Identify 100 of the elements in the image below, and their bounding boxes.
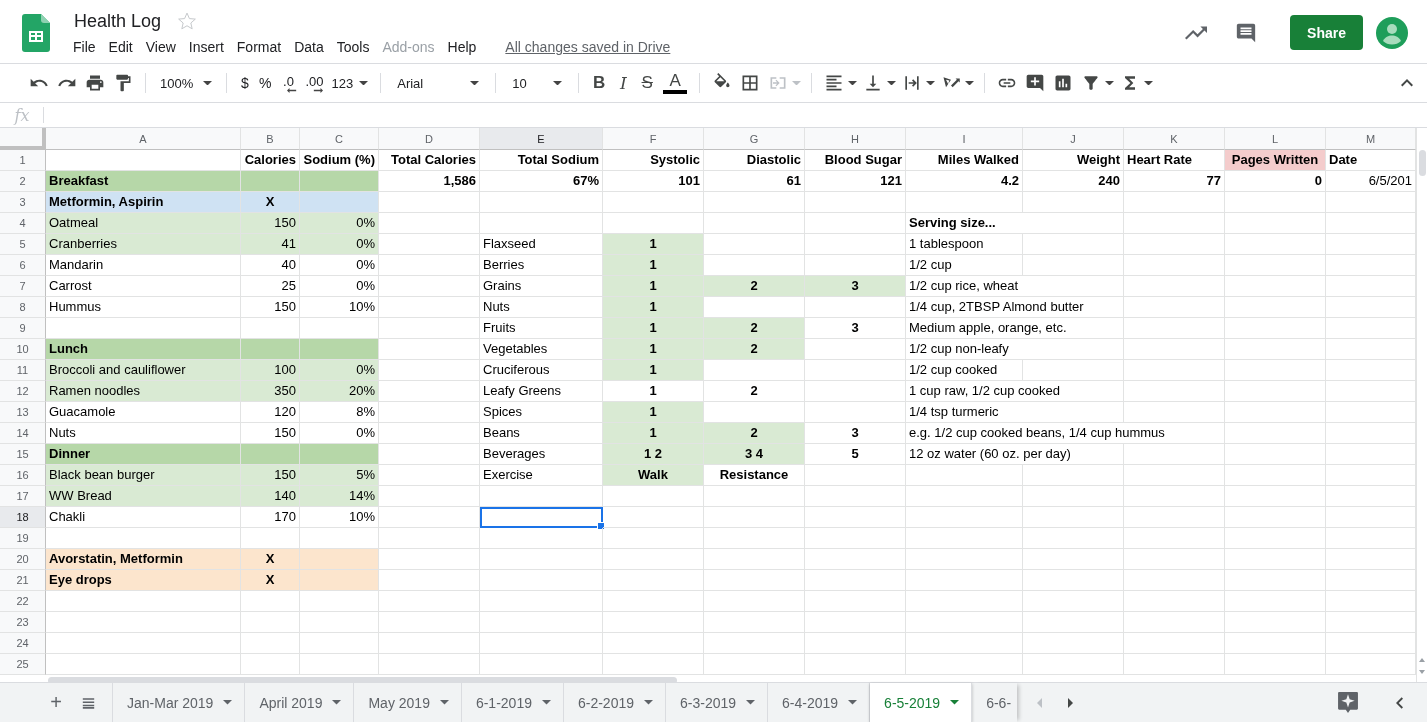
sheet-tab[interactable]: 6-1-2019 xyxy=(461,683,564,722)
row-header[interactable]: 12 xyxy=(0,381,46,402)
side-panel-chevron-icon[interactable] xyxy=(1396,696,1403,709)
menu-item[interactable]: File xyxy=(72,39,103,55)
strikethrough-button[interactable]: S xyxy=(635,70,660,96)
table-cell: Oatmeal xyxy=(46,213,241,234)
table-cell: 120 xyxy=(241,402,300,423)
row-header[interactable]: 13 xyxy=(0,402,46,423)
menu-item[interactable]: Data xyxy=(293,39,331,55)
column-header[interactable]: I xyxy=(906,128,1023,150)
text-color-button[interactable]: A xyxy=(663,72,688,94)
row-header[interactable]: 24 xyxy=(0,633,46,654)
table-cell: 1/2 cup xyxy=(906,255,1023,276)
spreadsheet-logo[interactable] xyxy=(22,14,50,52)
sheet-tab[interactable]: 6-2-2019 xyxy=(563,683,666,722)
scroll-up-icon[interactable] xyxy=(1419,658,1425,662)
menu-item[interactable]: Insert xyxy=(187,39,231,55)
menu-item[interactable]: Edit xyxy=(107,39,140,55)
row-header[interactable]: 23 xyxy=(0,612,46,633)
column-header[interactable]: A xyxy=(46,128,241,150)
decrease-decimals-button[interactable]: .0 xyxy=(275,70,302,96)
table-cell xyxy=(241,591,300,612)
column-header[interactable]: C xyxy=(300,128,379,150)
sheet-tab[interactable]: April 2019 xyxy=(245,683,355,722)
save-status-link[interactable]: All changes saved in Drive xyxy=(505,39,671,55)
sheet-tab[interactable]: May 2019 xyxy=(354,683,462,722)
scroll-down-icon[interactable] xyxy=(1419,670,1425,674)
row-header[interactable]: 21 xyxy=(0,570,46,591)
increase-decimals-button[interactable]: .00 xyxy=(301,70,328,96)
row-header[interactable]: 25 xyxy=(0,654,46,675)
sheet-list-icon[interactable] xyxy=(82,696,95,709)
row-header[interactable]: 18 xyxy=(0,507,46,528)
row-header[interactable]: 10 xyxy=(0,339,46,360)
row-header[interactable]: 9 xyxy=(0,318,46,339)
table-cell: WW Bread xyxy=(46,486,241,507)
menu-item[interactable]: Help xyxy=(446,39,484,55)
table-cell: 101 xyxy=(603,171,704,192)
table-cell: 1 tablespoon xyxy=(906,234,1023,255)
horizontal-scrollbar-thumb[interactable] xyxy=(48,677,677,682)
column-header[interactable]: B xyxy=(241,128,300,150)
row-header[interactable]: 1 xyxy=(0,150,46,171)
sheet-tab[interactable]: 6-5-2019 xyxy=(870,683,973,722)
table-cell: 1/4 tsp turmeric xyxy=(906,402,1124,423)
currency-button[interactable]: $ xyxy=(235,70,255,96)
row-header[interactable]: 19 xyxy=(0,528,46,549)
row-header[interactable]: 22 xyxy=(0,591,46,612)
font-size-dropdown[interactable]: 10 xyxy=(508,70,567,96)
row-header[interactable]: 7 xyxy=(0,276,46,297)
row-header[interactable]: 17 xyxy=(0,486,46,507)
column-header[interactable]: J xyxy=(1023,128,1124,150)
table-cell: 1 xyxy=(603,339,704,360)
menu-item[interactable]: View xyxy=(144,39,183,55)
more-formats-dropdown[interactable]: 123 xyxy=(327,70,373,96)
row-header[interactable]: 14 xyxy=(0,423,46,444)
scroll-right-icon[interactable] xyxy=(1068,697,1074,708)
sheet-tab[interactable]: 6-6- xyxy=(972,683,1018,722)
column-header[interactable]: G xyxy=(704,128,805,150)
collapse-chevron-icon[interactable] xyxy=(1401,79,1413,87)
sheet-tab[interactable]: 6-3-2019 xyxy=(666,683,769,722)
row-header[interactable]: 20 xyxy=(0,549,46,570)
percent-button[interactable]: % xyxy=(255,70,276,96)
row-header[interactable]: 2 xyxy=(0,171,46,192)
menu-item[interactable]: Tools xyxy=(335,39,377,55)
explore-sparkle-icon[interactable] xyxy=(1338,692,1358,713)
column-header[interactable]: H xyxy=(805,128,906,150)
column-header[interactable]: F xyxy=(603,128,704,150)
print-icon[interactable] xyxy=(85,73,105,93)
row-header[interactable]: 3 xyxy=(0,192,46,213)
fill-handle[interactable] xyxy=(597,522,605,530)
column-header[interactable]: K xyxy=(1124,128,1225,150)
row-header[interactable]: 4 xyxy=(0,213,46,234)
italic-button[interactable]: I xyxy=(611,70,636,96)
share-button[interactable]: Share xyxy=(1290,15,1363,50)
column-header[interactable]: E xyxy=(480,128,603,150)
column-header[interactable]: L xyxy=(1225,128,1326,150)
add-sheet-button[interactable]: + xyxy=(44,691,68,714)
table-cell xyxy=(241,654,300,675)
row-header[interactable]: 11 xyxy=(0,360,46,381)
zoom-dropdown[interactable]: 100% xyxy=(156,70,216,96)
column-header[interactable]: M xyxy=(1326,128,1416,150)
row-header[interactable]: 8 xyxy=(0,297,46,318)
paint-roller-icon[interactable] xyxy=(113,73,133,93)
caret-icon xyxy=(746,700,756,705)
row-header[interactable]: 5 xyxy=(0,234,46,255)
table-cell: 1 xyxy=(603,276,704,297)
row-header[interactable]: 15 xyxy=(0,444,46,465)
row-header[interactable]: 16 xyxy=(0,465,46,486)
document-title[interactable]: Health Log xyxy=(72,10,164,32)
font-dropdown[interactable]: Arial xyxy=(393,70,484,96)
sheet-tab[interactable]: Jan-Mar 2019 xyxy=(112,683,246,722)
avatar-icon[interactable] xyxy=(1376,16,1408,49)
column-header[interactable]: D xyxy=(379,128,480,150)
bold-button[interactable]: B xyxy=(587,70,612,96)
table-cell: 121 xyxy=(805,171,906,192)
menu-item[interactable]: Format xyxy=(235,39,289,55)
row-header[interactable]: 6 xyxy=(0,255,46,276)
vertical-scrollbar-thumb[interactable] xyxy=(1418,150,1426,176)
star-icon[interactable] xyxy=(177,11,198,31)
comments-icon[interactable] xyxy=(1235,21,1258,44)
table-cell: 100 xyxy=(241,360,300,381)
